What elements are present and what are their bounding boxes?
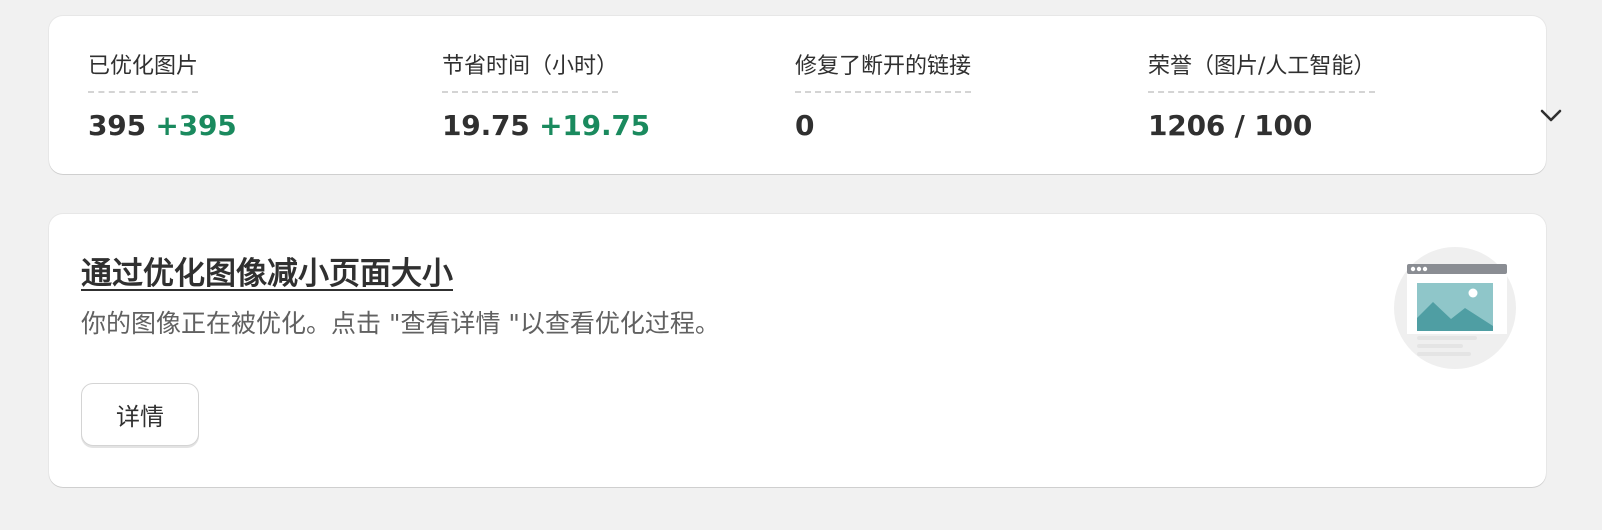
optimization-feature-card: 通过优化图像减小页面大小 你的图像正在被优化。点击 "查看详情 "以查看优化过程…: [49, 214, 1546, 487]
stat-delta: +395: [155, 109, 237, 142]
feature-description: 你的图像正在被优化。点击 "查看详情 "以查看优化过程。: [81, 309, 720, 338]
stat-time-saved: 节省时间（小时） 19.75 +19.75: [442, 52, 650, 142]
stat-value: 0: [795, 109, 815, 142]
stat-value-row: 1206 / 100: [1148, 109, 1375, 142]
stat-label[interactable]: 修复了断开的链接: [795, 52, 972, 93]
stat-value: 19.75: [442, 109, 530, 142]
stat-label[interactable]: 已优化图片: [88, 52, 199, 93]
stat-broken-links-fixed: 修复了断开的链接 0: [795, 52, 972, 142]
stats-card: 已优化图片 395 +395 节省时间（小时） 19.75 +19.75 修复了…: [49, 16, 1562, 174]
image-browser-illustration-icon: [1394, 247, 1516, 369]
stat-value: 1206 / 100: [1148, 109, 1313, 142]
stat-credits: 荣誉（图片/人工智能） 1206 / 100: [1148, 52, 1376, 142]
stat-label[interactable]: 荣誉（图片/人工智能）: [1148, 52, 1376, 93]
stat-value: 395: [88, 109, 146, 142]
stat-value-row: 0: [795, 109, 971, 142]
stat-label[interactable]: 节省时间（小时）: [442, 52, 619, 93]
stat-optimized-images: 已优化图片 395 +395: [88, 52, 237, 142]
feature-title[interactable]: 通过优化图像减小页面大小: [81, 248, 453, 293]
chevron-down-icon[interactable]: [1536, 100, 1566, 130]
stat-value-row: 395 +395: [88, 109, 237, 142]
details-button[interactable]: 详情: [81, 383, 199, 446]
stat-value-row: 19.75 +19.75: [442, 109, 650, 142]
stat-delta: +19.75: [539, 109, 650, 142]
